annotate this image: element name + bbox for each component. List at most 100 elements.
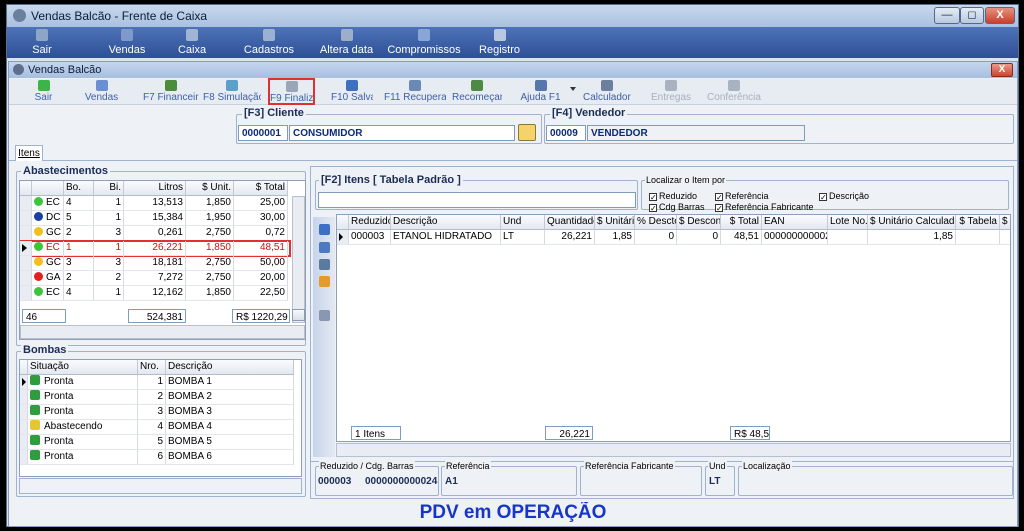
abast-vscroll[interactable] <box>292 196 305 323</box>
bomba-row[interactable]: Pronta 5 BOMBA 5 <box>20 435 294 450</box>
abast-cell: EC <box>32 286 64 301</box>
bomba-row[interactable]: Pronta 1 BOMBA 1 <box>20 375 294 390</box>
abast-cell: 1 <box>64 241 94 256</box>
itens-cell <box>1000 230 1010 245</box>
abast-cell: 30,00 <box>234 211 288 226</box>
tab-itens[interactable]: Itens <box>15 145 43 161</box>
bomba-row[interactable]: Pronta 2 BOMBA 2 <box>20 390 294 405</box>
bombas-header-1: Situação <box>28 360 138 375</box>
abast-cell: 15,384 <box>124 211 186 226</box>
abast-cell: 1,850 <box>186 286 234 301</box>
localizar-option[interactable]: ✓ Cdg Barras <box>649 202 705 212</box>
main-menu-bar: Sair Vendas Caixa Cadastros Altera data Compr… <box>7 27 1018 58</box>
tb-calculadora[interactable]: Calculadora <box>583 79 631 105</box>
abast-hscroll[interactable] <box>20 325 305 339</box>
itens-hscroll[interactable] <box>336 443 1011 457</box>
bomba-row[interactable]: Abastecendo 4 BOMBA 4 <box>20 420 294 435</box>
menu-compromissos[interactable]: Compromissos <box>379 27 469 58</box>
list-icon[interactable] <box>319 242 330 253</box>
window-icon <box>13 64 24 75</box>
bomba-row[interactable]: Pronta 6 BOMBA 6 <box>20 450 294 465</box>
menu-cadastros[interactable]: Cadastros <box>239 27 299 58</box>
abast-cell: 1,950 <box>186 211 234 226</box>
checkbox-checked-icon[interactable]: ✓ <box>649 193 657 201</box>
calculadora-icon <box>601 80 613 91</box>
tb-ajuda-f1[interactable]: Ajuda F1 <box>518 79 563 105</box>
abast-fuel: EC <box>46 287 60 298</box>
tb-sair[interactable]: Sair <box>31 79 56 105</box>
abast-row[interactable]: GC 2 3 0,261 2,750 0,72 <box>20 226 290 241</box>
und-label: Und <box>708 461 727 471</box>
abast-fuel: GC <box>46 257 61 268</box>
window-icon[interactable] <box>319 310 330 321</box>
tb-vendas[interactable]: Vendas <box>84 79 119 105</box>
abast-row[interactable]: DC 5 1 15,384 1,950 30,00 <box>20 211 290 226</box>
localizar-option[interactable]: ✓ Referência Fabricante <box>715 202 814 212</box>
abast-row[interactable]: EC 1 1 26,221 1,850 48,51 <box>20 240 291 257</box>
entregas-icon <box>665 80 677 91</box>
vendedor-name-field[interactable]: VENDEDOR <box>587 125 805 141</box>
abast-cell: 48,51 <box>234 241 288 256</box>
tb-f11-recuperar[interactable]: F11 Recuperar <box>384 79 446 105</box>
abast-cell: 2,750 <box>186 256 234 271</box>
abast-cell <box>20 286 32 301</box>
checkbox-checked-icon[interactable]: ✓ <box>715 204 723 212</box>
tb-recomecar[interactable]: Recomeçar <box>452 79 502 105</box>
cliente-name-field[interactable]: CONSUMIDOR <box>289 125 515 141</box>
maximize-button[interactable]: ◻ <box>960 7 984 24</box>
alert-icon[interactable] <box>319 276 330 287</box>
abast-cell: 1 <box>94 241 124 256</box>
abast-header-0 <box>20 181 32 196</box>
grid-icon[interactable] <box>319 259 330 270</box>
menu-registro[interactable]: Registro <box>477 27 522 58</box>
abast-row[interactable]: EC 4 1 13,513 1,850 25,00 <box>20 196 290 211</box>
tb-ajuda-f1-label: Ajuda F1 <box>520 92 561 103</box>
abastecimentos-grid[interactable]: Bo. Bi. Litros $ Unit. $ Total EC 4 1 13,513 1,85… <box>19 180 306 340</box>
fuel-drop-icon <box>34 287 43 296</box>
localizar-option[interactable]: ✓ Reduzido <box>649 191 697 201</box>
checkbox-checked-icon[interactable]: ✓ <box>649 204 657 212</box>
menu-sair[interactable]: Sair <box>22 27 62 58</box>
menu-altera-data-label: Altera data <box>319 44 374 56</box>
localizar-option[interactable]: ✓ Referência <box>715 191 769 201</box>
tb-f10-salva[interactable]: F10 Salva <box>331 79 373 105</box>
bomba-row[interactable]: Pronta 3 BOMBA 3 <box>20 405 294 420</box>
itens-grid[interactable]: ReduzidoDescriçãoUndQuantidade$ Unitário… <box>336 214 1011 442</box>
checkbox-checked-icon[interactable]: ✓ <box>715 193 723 201</box>
itens-cell: 0 <box>677 230 721 245</box>
minimize-button[interactable]: — <box>934 7 960 24</box>
itens-cell: ETANOL HIDRATADO <box>391 230 501 245</box>
menu-altera-data[interactable]: Altera data <box>314 27 379 58</box>
cliente-code-field[interactable]: 0000001 <box>238 125 288 141</box>
item-search-input[interactable] <box>318 192 636 208</box>
checkbox-checked-icon[interactable]: ✓ <box>819 193 827 201</box>
tb-f7-financeiro[interactable]: F7 Financeiro <box>143 79 199 105</box>
row-pointer-icon <box>22 244 27 252</box>
close-button[interactable]: X <box>985 7 1015 24</box>
bomba-cell: BOMBA 6 <box>166 450 294 465</box>
localizar-option[interactable]: ✓ Descrição <box>819 191 869 201</box>
tb-conferencia[interactable]: Conferência <box>706 79 762 105</box>
side-toolbar <box>313 217 335 457</box>
abast-count: 46 <box>22 309 66 323</box>
itens-header-8: $ Total <box>721 215 762 230</box>
ajuda-dropdown-arrow[interactable] <box>570 87 576 91</box>
menu-vendas[interactable]: Vendas <box>97 27 157 58</box>
abast-row[interactable]: EC 4 1 12,162 1,850 22,50 <box>20 286 290 301</box>
abast-fuel: EC <box>46 242 60 253</box>
tb-f8-simulacao[interactable]: F8 Simulação <box>203 79 261 105</box>
abast-cell: 26,221 <box>124 241 186 256</box>
abast-row[interactable]: GC 3 3 18,181 2,750 50,00 <box>20 256 290 271</box>
tb-f9-finaliza[interactable]: F9 Finaliza <box>268 78 315 105</box>
vendedor-code-field[interactable]: 00009 <box>546 125 586 141</box>
refresh-icon[interactable] <box>319 224 330 235</box>
bombas-grid[interactable]: Situação Nro. Descrição Pronta 1 BOMBA 1 Pront… <box>19 359 302 477</box>
tb-entregas[interactable]: Entregas <box>651 79 691 105</box>
itens-row[interactable]: 000003 ETANOL HIDRATADO LT 26,221 1,85 0 0 48,5… <box>337 230 1010 245</box>
abast-row[interactable]: GA 2 2 7,272 2,750 20,00 <box>20 271 290 286</box>
vendas-icon <box>95 80 108 91</box>
abast-scroll-down[interactable] <box>292 309 305 321</box>
cliente-search-icon[interactable] <box>518 124 536 141</box>
menu-caixa[interactable]: Caixa <box>167 27 217 58</box>
inner-close-button[interactable]: X <box>991 63 1013 77</box>
